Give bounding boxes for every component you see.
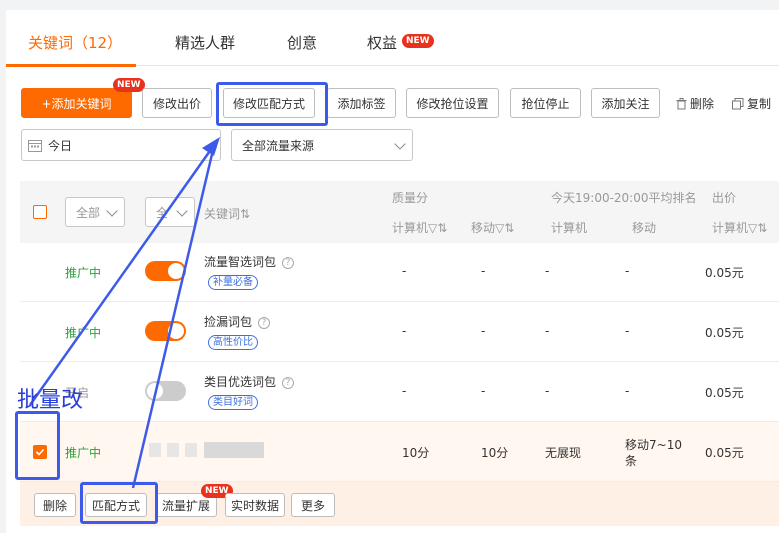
annotation-label: 批量改: [17, 388, 84, 413]
annotation-arrow: [28, 137, 220, 489]
